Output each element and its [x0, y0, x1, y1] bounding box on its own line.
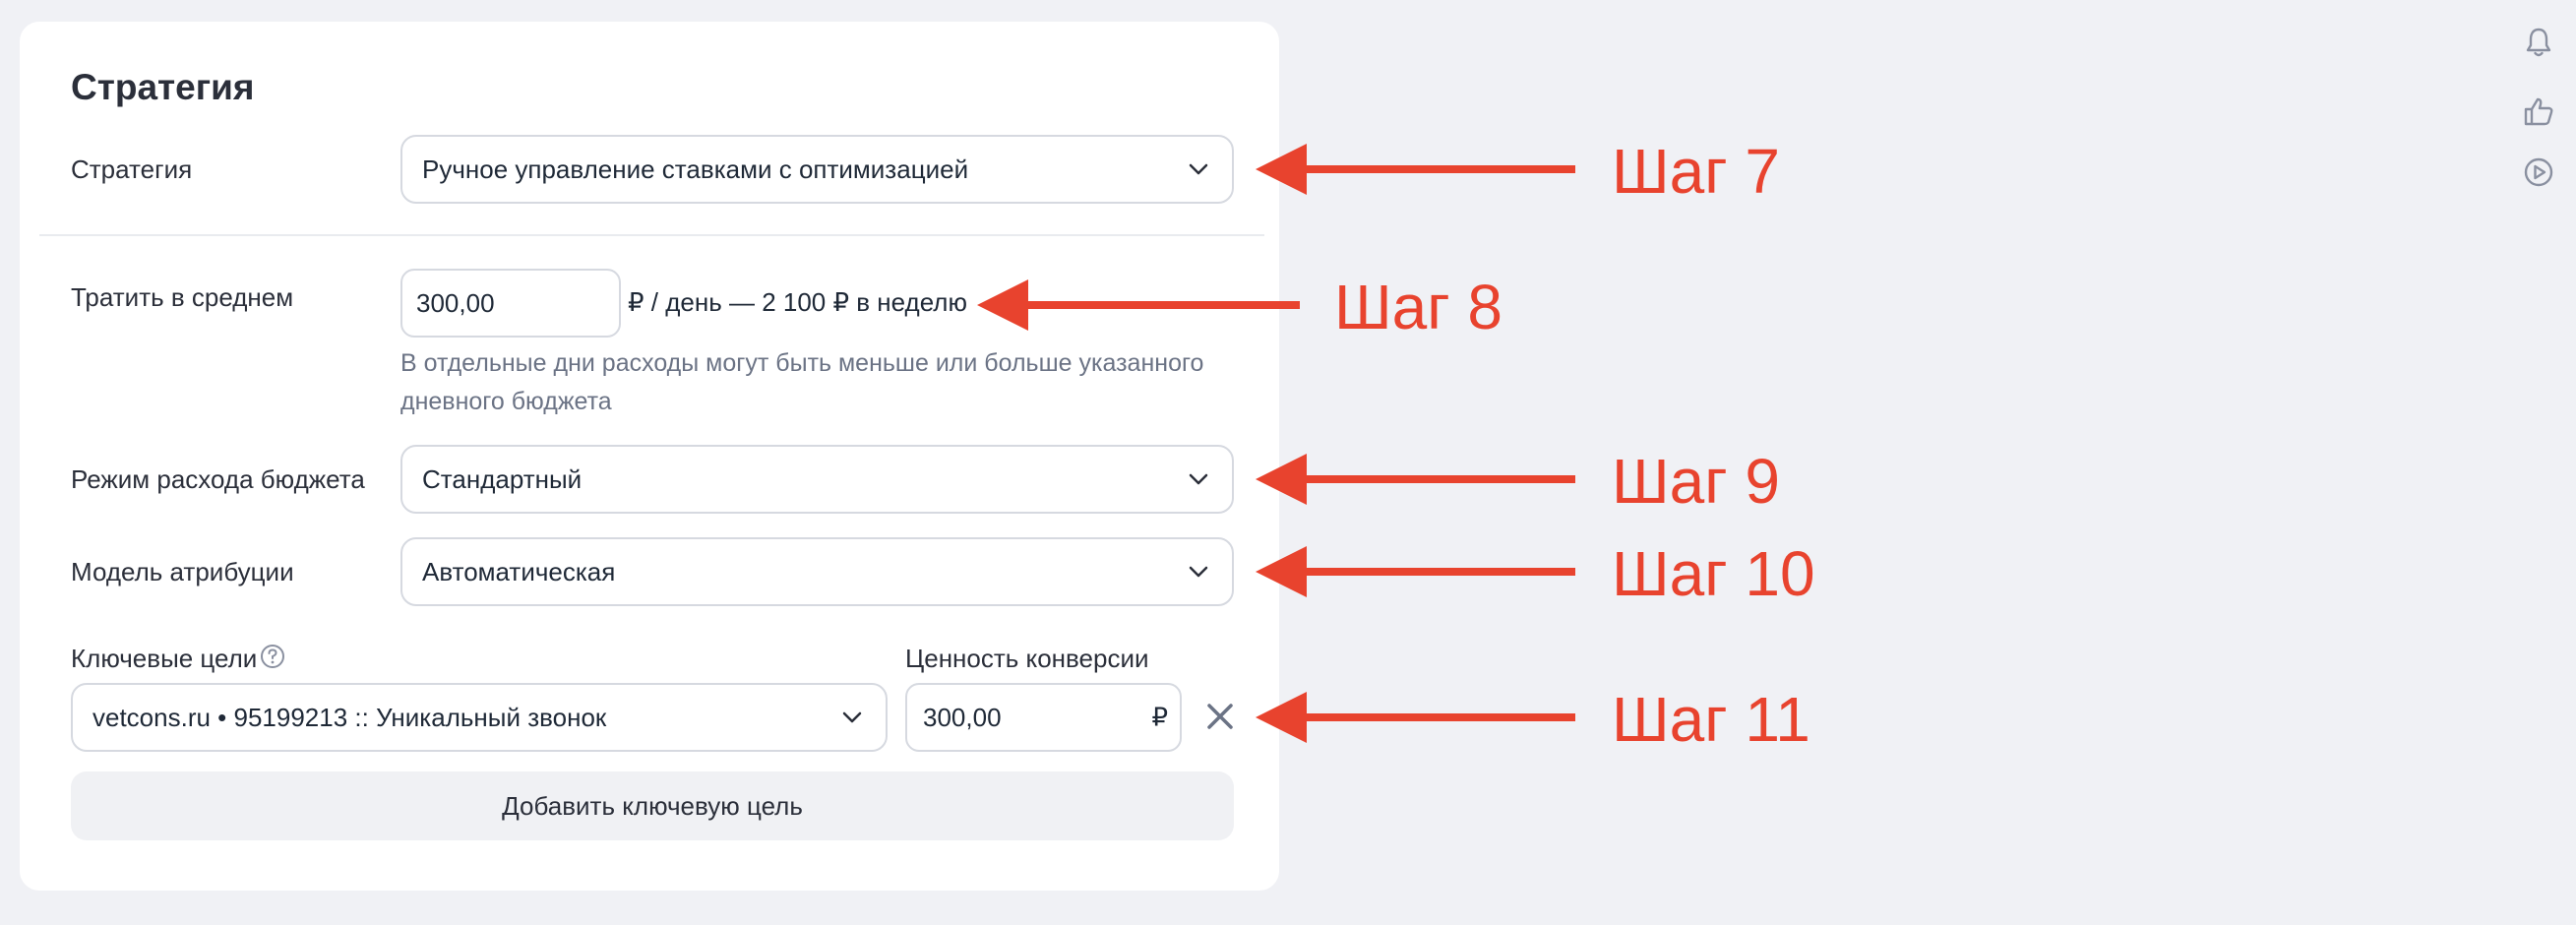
step9-label: Шаг 9 [1612, 446, 1780, 517]
strategy-select[interactable]: Ручное управление ставками с оптимизацие… [400, 135, 1234, 204]
chevron-down-icon [1189, 566, 1208, 578]
close-icon[interactable] [1204, 701, 1236, 732]
step7-label: Шаг 7 [1612, 136, 1780, 207]
budget-suffix: ₽ / день — 2 100 ₽ в неделю [628, 287, 967, 317]
step11-label: Шаг 11 [1612, 684, 1810, 755]
step10-arrow [1256, 546, 1575, 597]
key-goal-value: vetcons.ru • 95199213 :: Уникальный звон… [92, 702, 607, 732]
currency-label: ₽ [1151, 702, 1168, 732]
attribution-select[interactable]: Автоматическая [400, 537, 1234, 606]
attribution-value: Автоматическая [422, 556, 616, 586]
budget-mode-select[interactable]: Стандартный [400, 445, 1234, 514]
add-key-goal-button[interactable]: Добавить ключевую цель [71, 771, 1234, 840]
daily-budget-input[interactable]: 300,00 [400, 269, 621, 338]
thumbs-up-icon[interactable] [2522, 94, 2555, 128]
section-divider [39, 234, 1264, 236]
conversion-value-label: Ценность конверсии [905, 644, 1149, 673]
budget-hint: В отдельные дни расходы могут быть меньш… [400, 349, 1204, 415]
budget-mode-label: Режим расхода бюджета [71, 464, 365, 494]
step9-arrow [1256, 454, 1575, 505]
conversion-value-value: 300,00 [923, 702, 1002, 732]
card-title: Стратегия [71, 67, 255, 107]
step11-arrow [1256, 692, 1575, 743]
chevron-down-icon [1189, 473, 1208, 485]
key-goals-label: Ключевые цели [71, 644, 258, 673]
bell-icon[interactable] [2522, 26, 2555, 59]
step8-arrow [977, 279, 1300, 331]
budget-mode-value: Стандартный [422, 463, 583, 494]
step8-label: Шаг 8 [1334, 272, 1503, 342]
spend-label: Тратить в среднем [71, 282, 294, 312]
strategy-select-value: Ручное управление ставками с оптимизацие… [422, 154, 969, 184]
chevron-down-icon [842, 711, 862, 723]
chevron-down-icon [1189, 163, 1208, 175]
attribution-label: Модель атрибуции [71, 557, 294, 586]
conversion-value-input[interactable]: 300,00 ₽ [905, 683, 1182, 752]
play-circle-icon[interactable] [2522, 155, 2555, 189]
help-icon[interactable] [260, 644, 285, 669]
step10-label: Шаг 10 [1612, 538, 1815, 609]
daily-budget-value: 300,00 [416, 287, 495, 318]
strategy-label: Стратегия [71, 154, 193, 184]
key-goal-select[interactable]: vetcons.ru • 95199213 :: Уникальный звон… [71, 683, 888, 752]
step7-arrow [1256, 144, 1575, 195]
